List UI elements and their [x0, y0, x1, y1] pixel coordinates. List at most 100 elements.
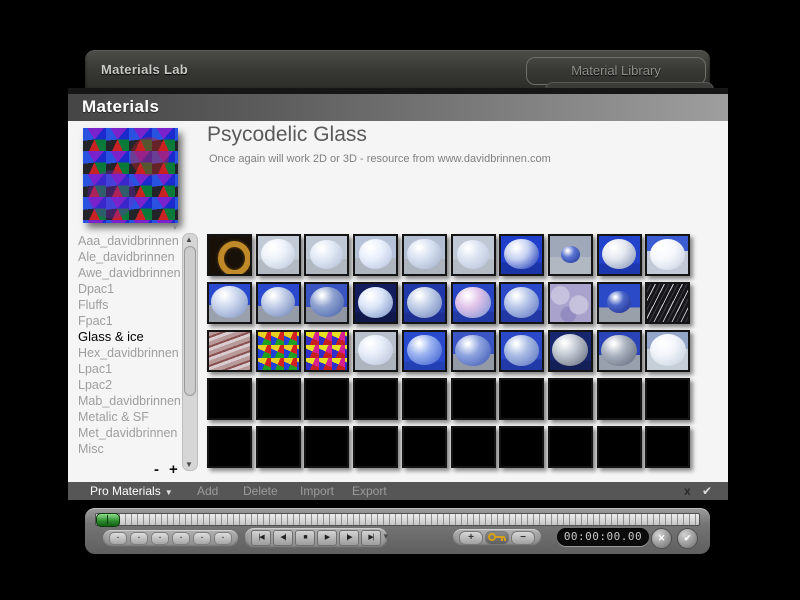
sphere-preview: [455, 286, 491, 318]
material-thumbnail[interactable]: [499, 234, 545, 276]
category-item-selected[interactable]: Glass & ice: [78, 329, 182, 345]
export-button[interactable]: Export: [352, 482, 387, 500]
material-thumbnail[interactable]: [547, 234, 593, 276]
material-thumbnail[interactable]: [255, 282, 301, 324]
material-thumbnail[interactable]: [304, 282, 350, 324]
memory-dot-button[interactable]: ▪: [214, 532, 232, 545]
empty-slot: [353, 378, 399, 420]
memory-dot-button[interactable]: ▪: [193, 532, 211, 545]
material-thumbnail[interactable]: [255, 330, 301, 372]
cancel-button[interactable]: ✕: [651, 528, 672, 549]
empty-slot: [596, 378, 642, 420]
material-thumbnail[interactable]: [207, 282, 252, 324]
chevron-down-icon[interactable]: ▼: [166, 222, 184, 233]
preset-label: Pro Materials: [90, 484, 161, 498]
skip-to-end-button[interactable]: ▶|: [361, 530, 381, 546]
material-thumbnail[interactable]: [547, 330, 593, 372]
materials-header: Materials: [68, 94, 728, 121]
timecode-display[interactable]: 00:00:00.00: [557, 528, 649, 546]
material-thumbnail[interactable]: [450, 234, 496, 276]
confirm-button[interactable]: ✔: [677, 528, 698, 549]
category-item[interactable]: Aaa_davidbrinnen: [78, 233, 182, 249]
chevron-down-icon[interactable]: ▼: [382, 532, 390, 541]
add-button[interactable]: Add: [197, 482, 218, 500]
material-thumbnail[interactable]: [401, 330, 447, 372]
category-item[interactable]: Hex_davidbrinnen: [78, 345, 182, 361]
category-item[interactable]: Lpac2: [78, 377, 182, 393]
material-thumbnail[interactable]: [401, 282, 447, 324]
stop-button[interactable]: ■: [295, 530, 315, 546]
category-item[interactable]: Ale_davidbrinnen: [78, 249, 182, 265]
material-thumbnail[interactable]: [596, 330, 642, 372]
memory-dot-button[interactable]: ▪: [151, 532, 169, 545]
add-keyframe-button[interactable]: +: [459, 530, 483, 545]
sphere-preview: [211, 286, 248, 319]
empty-slot: [499, 426, 545, 468]
material-thumbnail[interactable]: [547, 282, 593, 324]
empty-slot: [255, 378, 301, 420]
material-thumbnail[interactable]: [255, 234, 301, 276]
category-item[interactable]: Lpac1: [78, 361, 182, 377]
list-size-controls: - +: [154, 461, 214, 478]
materials-header-label: Materials: [82, 97, 160, 116]
dropdown-arrow-icon: ▼: [164, 488, 173, 497]
material-thumbnail[interactable]: [304, 234, 350, 276]
timeline-slider[interactable]: [96, 513, 120, 527]
category-item[interactable]: Dpac1: [78, 281, 182, 297]
material-thumbnail[interactable]: [401, 234, 447, 276]
material-thumbnail[interactable]: [304, 330, 350, 372]
material-library-button[interactable]: Material Library: [526, 57, 706, 85]
material-preview-thumbnail[interactable]: [83, 128, 178, 223]
category-item[interactable]: Metalic & SF: [78, 409, 182, 425]
confirm-button[interactable]: ✔: [702, 482, 712, 500]
sphere-preview: [407, 335, 442, 366]
material-thumbnail[interactable]: [499, 282, 545, 324]
sphere-preview: [552, 334, 589, 367]
step-forward-button[interactable]: |▶: [339, 530, 359, 546]
material-thumbnail[interactable]: [645, 282, 691, 324]
material-thumbnail[interactable]: [207, 330, 252, 372]
sphere-preview: [601, 239, 637, 270]
material-thumbnail[interactable]: [645, 234, 691, 276]
category-item[interactable]: Fluffs: [78, 297, 182, 313]
sphere-preview: [504, 286, 540, 318]
remove-keyframe-button[interactable]: −: [511, 530, 535, 545]
play-button[interactable]: ▶: [317, 530, 337, 546]
category-scrollbar[interactable]: ▲ ▼: [182, 233, 198, 471]
category-item[interactable]: Misc: [78, 441, 182, 457]
category-item[interactable]: Fpac1: [78, 313, 182, 329]
empty-slot: [304, 426, 350, 468]
material-thumbnail[interactable]: [450, 282, 496, 324]
material-thumbnail[interactable]: [353, 234, 399, 276]
category-item[interactable]: Mab_davidbrinnen: [78, 393, 182, 409]
key-icon[interactable]: [485, 530, 509, 545]
material-thumbnail[interactable]: [596, 282, 642, 324]
memory-dot-button[interactable]: ▪: [109, 532, 127, 545]
material-thumbnail[interactable]: [499, 330, 545, 372]
grow-list-button[interactable]: +: [169, 461, 178, 478]
skip-to-start-button[interactable]: |◀: [251, 530, 271, 546]
scrollbar-thumb[interactable]: [184, 246, 196, 396]
delete-button[interactable]: Delete: [243, 482, 278, 500]
material-thumbnail[interactable]: [596, 234, 642, 276]
category-item[interactable]: Awe_davidbrinnen: [78, 265, 182, 281]
timeline-ruler[interactable]: [95, 513, 700, 526]
category-item[interactable]: Met_davidbrinnen: [78, 425, 182, 441]
scroll-up-icon[interactable]: ▲: [183, 235, 195, 244]
material-thumbnail[interactable]: [353, 282, 399, 324]
preset-dropdown[interactable]: Pro Materials ▼: [90, 482, 173, 502]
memory-dot-button[interactable]: ▪: [130, 532, 148, 545]
shrink-list-button[interactable]: -: [154, 461, 159, 478]
step-back-button[interactable]: ◀|: [273, 530, 293, 546]
sphere-preview: [407, 239, 442, 270]
window-title: Materials Lab: [101, 62, 188, 77]
material-thumbnail[interactable]: [450, 330, 496, 372]
sphere-preview: [357, 286, 394, 318]
cancel-button[interactable]: x: [684, 482, 691, 500]
material-thumbnail[interactable]: [645, 330, 691, 372]
material-thumbnail[interactable]: [353, 330, 399, 372]
memory-dot-button[interactable]: ▪: [172, 532, 190, 545]
sphere-preview: [260, 287, 296, 318]
material-thumbnail[interactable]: [207, 234, 252, 276]
import-button[interactable]: Import: [300, 482, 334, 500]
